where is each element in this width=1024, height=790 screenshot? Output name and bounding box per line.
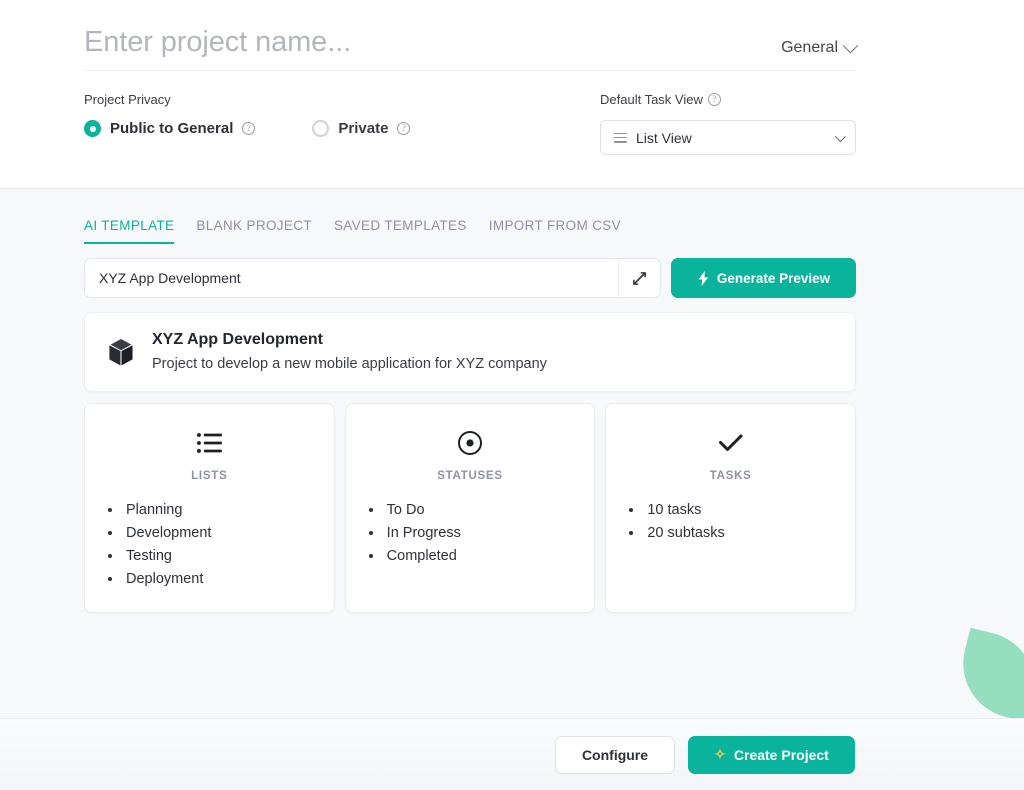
chevron-down-icon <box>842 37 859 53</box>
tab-blank-project[interactable]: BLANK PROJECT <box>196 218 312 244</box>
list-item: 20 subtasks <box>644 525 837 541</box>
preview-title: XYZ App Development <box>152 331 323 348</box>
tab-ai-template[interactable]: AI TEMPLATE <box>84 218 175 244</box>
radio-private-label: Private <box>338 120 389 137</box>
new-project-modal: General Project Privacy Public to Genera… <box>0 0 1024 790</box>
card-icon-wrap <box>624 428 837 458</box>
privacy-label-row: Project Privacy <box>84 92 600 107</box>
help-circle-icon[interactable]: ? <box>707 93 721 106</box>
default-task-view-section: Default Task View ? List View <box>600 92 856 155</box>
tab-import-from-csv[interactable]: IMPORT FROM CSV <box>489 218 621 244</box>
template-preview-card: XYZ App Development Project to develop a… <box>84 312 856 392</box>
list-item: Testing <box>123 548 316 564</box>
help-circle-icon[interactable]: ? <box>242 122 256 135</box>
create-project-label: Create Project <box>733 746 829 763</box>
list-item: In Progress <box>384 525 577 541</box>
tab-saved-templates[interactable]: SAVED TEMPLATES <box>334 218 467 244</box>
modal-footer: Configure ✧ Create Project <box>0 718 1024 790</box>
list-icon <box>614 132 627 143</box>
radio-private[interactable]: Private ? <box>312 120 411 137</box>
project-header-section: General Project Privacy Public to Genera… <box>0 0 1024 188</box>
privacy-section: Project Privacy Public to General ? Priv… <box>84 92 600 155</box>
ai-prompt-row: Generate Preview <box>84 258 856 298</box>
workspace-label: General <box>781 39 838 56</box>
list-item: 10 tasks <box>644 502 837 518</box>
card-lists: LISTS Planning Development Testing Deplo… <box>84 403 335 613</box>
list-item: Development <box>123 525 316 541</box>
task-view-selected-value: List View <box>636 129 692 146</box>
lightning-bolt-icon <box>698 270 709 286</box>
task-view-label: Default Task View <box>600 92 703 107</box>
preview-description: Project to develop a new mobile applicat… <box>152 356 547 372</box>
list-item: Deployment <box>123 571 316 587</box>
expand-diagonal-icon <box>633 271 646 285</box>
default-task-view-select[interactable]: List View <box>600 120 856 155</box>
create-project-button[interactable]: ✧ Create Project <box>688 735 855 774</box>
card-icon-wrap <box>364 428 577 458</box>
list-item: To Do <box>384 502 577 518</box>
card-caption-lists: LISTS <box>191 470 228 482</box>
project-name-input[interactable] <box>84 26 684 59</box>
card-caption-tasks: TASKS <box>709 470 752 482</box>
privacy-radio-group: Public to General ? Private ? <box>84 120 600 137</box>
generate-preview-button[interactable]: Generate Preview <box>671 258 856 298</box>
radio-public-to-general[interactable]: Public to General ? <box>84 120 256 137</box>
list-item: Completed <box>384 548 577 564</box>
preview-detail-cards: LISTS Planning Development Testing Deplo… <box>84 403 857 613</box>
card-items-statuses: To Do In Progress Completed <box>384 502 577 564</box>
ai-prompt-input[interactable] <box>85 259 618 297</box>
sparkles-icon: ✧ <box>714 746 726 762</box>
radio-unselected-icon[interactable] <box>312 120 330 137</box>
project-options-row: Project Privacy Public to General ? Priv… <box>84 92 856 155</box>
card-statuses: STATUSES To Do In Progress Completed <box>344 403 596 613</box>
generate-preview-label: Generate Preview <box>716 270 831 286</box>
workspace-selector[interactable]: General <box>781 37 859 59</box>
card-icon-wrap <box>103 428 316 458</box>
decorative-leaf-shape <box>951 627 1024 718</box>
expand-prompt-button[interactable] <box>618 259 660 297</box>
chevron-down-icon <box>834 130 847 142</box>
template-tabs: AI TEMPLATE BLANK PROJECT SAVED TEMPLATE… <box>84 218 856 244</box>
privacy-label: Project Privacy <box>84 92 171 107</box>
circle-dot-icon <box>458 431 482 455</box>
template-section: AI TEMPLATE BLANK PROJECT SAVED TEMPLATE… <box>0 188 1024 718</box>
task-view-label-row: Default Task View ? <box>600 92 856 107</box>
card-tasks: TASKS 10 tasks 20 subtasks <box>605 403 857 613</box>
radio-selected-icon[interactable] <box>84 120 101 137</box>
help-circle-icon[interactable]: ? <box>397 122 411 135</box>
list-item: Planning <box>123 502 316 518</box>
project-name-row: General <box>84 26 859 71</box>
card-items-tasks: 10 tasks 20 subtasks <box>644 502 837 541</box>
configure-button[interactable]: Configure <box>555 735 675 774</box>
cube-box-icon <box>108 337 134 366</box>
list-bullets-icon <box>196 433 222 453</box>
ai-prompt-field <box>84 258 661 298</box>
card-caption-statuses: STATUSES <box>437 470 503 482</box>
card-items-lists: Planning Development Testing Deployment <box>123 502 316 587</box>
radio-public-label: Public to General <box>110 120 234 137</box>
check-icon <box>718 434 743 451</box>
